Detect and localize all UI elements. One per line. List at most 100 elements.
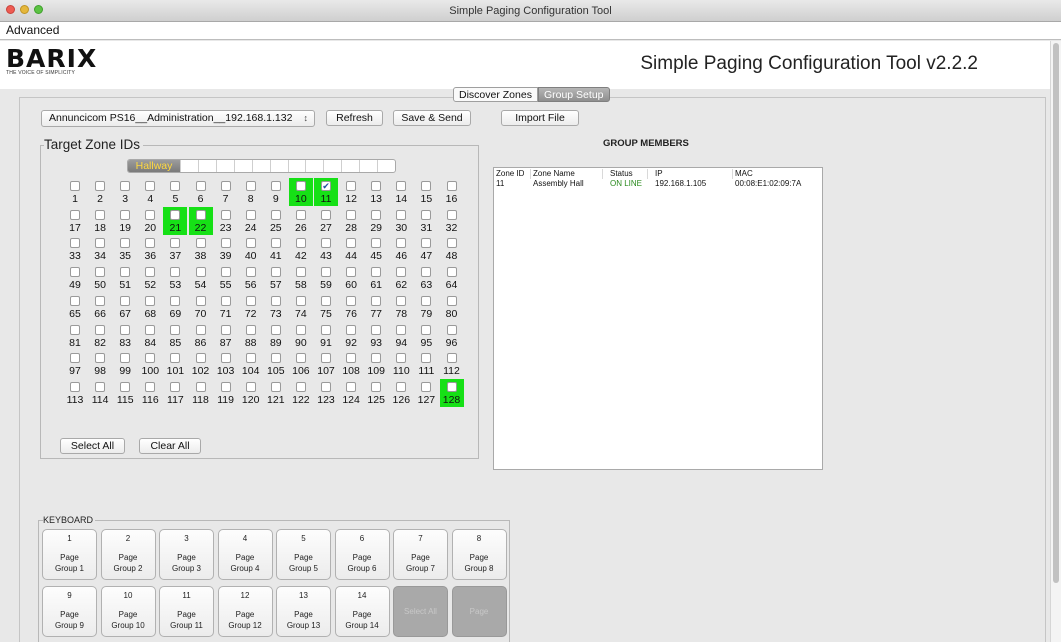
zone-checkbox[interactable] xyxy=(321,295,331,306)
zone-checkbox[interactable] xyxy=(346,324,357,335)
zone-tab[interactable] xyxy=(359,160,377,172)
zone-checkbox[interactable] xyxy=(170,324,181,335)
zone-checkbox[interactable] xyxy=(145,381,156,392)
zone-checkbox[interactable] xyxy=(120,353,131,364)
zone-checkbox[interactable] xyxy=(346,381,357,392)
zone-tab[interactable] xyxy=(197,160,216,172)
zone-checkbox[interactable] xyxy=(70,353,80,364)
zone-tab[interactable] xyxy=(269,160,288,172)
vertical-scrollbar[interactable] xyxy=(1050,41,1061,642)
zone-checkbox[interactable] xyxy=(346,238,357,249)
close-window-button[interactable] xyxy=(6,5,15,14)
zone-checkbox[interactable] xyxy=(170,295,181,306)
zone-checkbox[interactable] xyxy=(321,267,331,278)
zone-checkbox[interactable] xyxy=(421,381,432,392)
zone-checkbox[interactable] xyxy=(245,353,256,364)
maximize-window-button[interactable] xyxy=(34,5,43,14)
zone-checkbox[interactable] xyxy=(421,181,432,191)
zone-checkbox[interactable] xyxy=(170,209,181,220)
zone-checkbox[interactable] xyxy=(145,353,156,364)
minimize-window-button[interactable] xyxy=(20,5,29,14)
zone-checkbox[interactable] xyxy=(371,295,382,306)
zone-checkbox[interactable] xyxy=(270,267,281,278)
keyboard-key[interactable]: 3 Page Group 3 xyxy=(159,529,214,580)
keyboard-key[interactable]: 5 Page Group 5 xyxy=(276,529,331,580)
zone-checkbox[interactable] xyxy=(446,353,457,364)
keyboard-key[interactable]: 9 Page Group 9 xyxy=(42,586,97,637)
zone-checkbox[interactable] xyxy=(371,324,382,335)
zone-checkbox[interactable] xyxy=(70,267,80,278)
zone-checkbox[interactable] xyxy=(295,295,306,306)
refresh-button[interactable]: Refresh xyxy=(326,110,383,126)
zone-checkbox[interactable] xyxy=(170,267,181,278)
zone-checkbox[interactable] xyxy=(446,209,457,220)
zone-checkbox[interactable] xyxy=(145,181,156,191)
keyboard-key[interactable]: 13 Page Group 13 xyxy=(276,586,331,637)
zone-checkbox[interactable] xyxy=(446,267,457,278)
zone-checkbox[interactable] xyxy=(220,295,231,306)
zone-checkbox[interactable] xyxy=(95,353,106,364)
zone-checkbox[interactable] xyxy=(220,181,231,191)
zone-checkbox[interactable] xyxy=(421,353,432,364)
zone-checkbox[interactable] xyxy=(245,181,256,191)
save-send-button[interactable]: Save & Send xyxy=(393,110,471,126)
zone-checkbox[interactable] xyxy=(446,238,457,249)
keyboard-key[interactable]: 11 Page Group 11 xyxy=(159,586,214,637)
zone-checkbox[interactable] xyxy=(120,209,131,220)
zone-checkbox[interactable] xyxy=(120,181,131,191)
zone-checkbox[interactable] xyxy=(321,353,331,364)
zone-checkbox[interactable] xyxy=(70,238,80,249)
zone-checkbox[interactable] xyxy=(120,324,131,335)
zone-checkbox[interactable] xyxy=(295,181,306,191)
zone-checkbox[interactable] xyxy=(371,267,382,278)
import-file-button[interactable]: Import File xyxy=(501,110,579,126)
zone-checkbox[interactable] xyxy=(396,181,407,191)
table-row[interactable]: 11 Assembly Hall ON LINE 192.168.1.105 0… xyxy=(494,179,824,189)
zone-checkbox[interactable] xyxy=(421,295,432,306)
zone-checkbox[interactable] xyxy=(295,267,306,278)
zone-checkbox[interactable] xyxy=(421,324,432,335)
keyboard-key[interactable]: 4 Page Group 4 xyxy=(217,529,273,580)
zone-checkbox[interactable] xyxy=(70,295,80,306)
zone-tab[interactable] xyxy=(233,160,252,172)
keyboard-key[interactable]: 12 Page Group 12 xyxy=(217,586,273,637)
zone-tab[interactable] xyxy=(180,160,198,172)
zone-tab[interactable] xyxy=(287,160,306,172)
zone-checkbox[interactable] xyxy=(145,238,156,249)
zone-checkbox[interactable] xyxy=(396,381,407,392)
zone-checkbox[interactable] xyxy=(195,324,206,335)
zone-checkbox[interactable]: ✔ xyxy=(321,181,331,191)
zone-checkbox[interactable] xyxy=(270,181,281,191)
zone-checkbox[interactable] xyxy=(346,209,357,220)
zone-checkbox[interactable] xyxy=(220,324,231,335)
zone-checkbox[interactable] xyxy=(245,324,256,335)
keyboard-key[interactable]: 7 Page Group 7 xyxy=(393,529,448,580)
zone-checkbox[interactable] xyxy=(245,381,256,392)
menu-advanced[interactable]: Advanced xyxy=(6,23,59,37)
zone-checkbox[interactable] xyxy=(220,381,231,392)
zone-checkbox[interactable] xyxy=(421,238,432,249)
zone-checkbox[interactable] xyxy=(295,381,306,392)
zone-checkbox[interactable] xyxy=(396,267,407,278)
zone-checkbox[interactable] xyxy=(195,295,206,306)
zone-checkbox[interactable] xyxy=(120,238,131,249)
zone-checkbox[interactable] xyxy=(321,238,331,249)
zone-checkbox[interactable] xyxy=(346,267,357,278)
column-header-zone-name[interactable]: Zone Name xyxy=(531,169,603,179)
zone-checkbox[interactable] xyxy=(446,381,457,392)
keyboard-key[interactable]: 6 Page Group 6 xyxy=(334,529,390,580)
zone-checkbox[interactable] xyxy=(446,181,457,191)
zone-checkbox[interactable] xyxy=(120,295,131,306)
keyboard-key[interactable]: 2 Page Group 2 xyxy=(100,529,156,580)
zone-checkbox[interactable] xyxy=(95,238,106,249)
column-header-mac[interactable]: MAC xyxy=(733,169,821,179)
zone-checkbox[interactable] xyxy=(120,381,131,392)
zone-checkbox[interactable] xyxy=(245,238,256,249)
zone-checkbox[interactable] xyxy=(421,267,432,278)
zone-checkbox[interactable] xyxy=(195,181,206,191)
zone-tab[interactable] xyxy=(215,160,234,172)
zone-checkbox[interactable] xyxy=(295,324,306,335)
keyboard-key[interactable]: 1 Page Group 1 xyxy=(42,529,97,580)
zone-tab[interactable] xyxy=(323,160,341,172)
scrollbar-thumb[interactable] xyxy=(1053,43,1059,583)
